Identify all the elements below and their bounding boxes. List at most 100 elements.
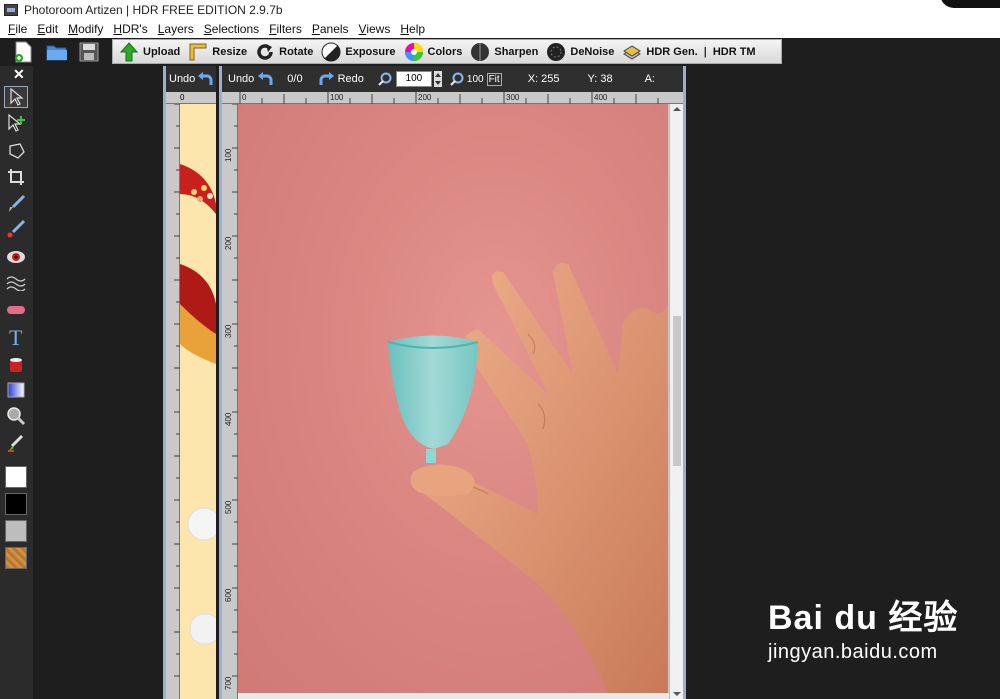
lasso-tool[interactable] [4, 140, 28, 162]
crop-tool[interactable] [4, 166, 28, 188]
watermark-logo: Bai du 经验 [768, 590, 958, 639]
zoom-tool[interactable] [4, 405, 28, 427]
redo-button[interactable]: Redo [317, 71, 364, 87]
hdr-layers-icon [622, 42, 642, 62]
tools-panel: ✕ T [0, 66, 33, 699]
layer-ruler-zero: 0 [180, 93, 185, 102]
ruler-left-label: 600 [224, 588, 233, 602]
scrollbar-thumb[interactable] [673, 316, 681, 466]
ruler-left-ticks [232, 104, 238, 677]
undo-label: Undo [228, 73, 255, 85]
menu-selections[interactable]: Selections [199, 22, 264, 36]
watermark-logo-text: Bai du 经验 [768, 599, 959, 637]
menu-help[interactable]: Help [395, 22, 430, 36]
menu-edit[interactable]: Edit [32, 22, 63, 36]
hdr-gen-button[interactable]: HDR Gen. [622, 41, 698, 63]
denoise-button[interactable]: DeNoise [546, 41, 614, 63]
close-panel-icon[interactable]: ✕ [13, 66, 25, 83]
sharpen-button[interactable]: Sharpen [470, 41, 538, 63]
text-icon: T [9, 326, 23, 348]
zoom-input[interactable]: 100 [395, 71, 432, 87]
zoom-100-button[interactable]: 100 [467, 74, 484, 85]
zoom-stepper[interactable] [433, 71, 442, 87]
undo-arrow-icon[interactable] [197, 71, 215, 87]
vertical-scrollbar[interactable] [669, 104, 683, 699]
secondary-color-swatch[interactable] [5, 520, 27, 542]
lasso-icon [9, 143, 25, 159]
undo-button[interactable]: Undo [228, 71, 275, 87]
add-selection-tool[interactable] [4, 112, 28, 134]
hdr-gen-label: HDR Gen. [646, 45, 698, 58]
layer-undo-button[interactable]: Undo [169, 73, 195, 85]
redo-label: Redo [337, 73, 364, 85]
menu-hdrs[interactable]: HDR's [108, 22, 152, 36]
svg-text:T: T [9, 326, 23, 348]
eyedropper-icon [8, 434, 24, 452]
ruler-left-label: 100 [224, 148, 233, 162]
pointer-plus-icon [8, 114, 25, 132]
scroll-up-arrow-icon[interactable] [670, 104, 684, 114]
menu-filters[interactable]: Filters [264, 22, 307, 36]
hdr-tm-button[interactable]: HDR TM [713, 41, 756, 63]
scroll-down-arrow-icon[interactable] [670, 689, 684, 699]
eraser-tool[interactable] [4, 299, 28, 321]
pointer-arrow-icon [10, 88, 24, 106]
colors-label: Colors [427, 45, 463, 58]
layer-panel: Undo 0 [163, 66, 216, 699]
layer-ruler-ticks [174, 103, 180, 677]
menu-file[interactable]: File [3, 22, 32, 36]
app-icon [4, 4, 18, 16]
zoom-in-button[interactable] [378, 72, 392, 86]
upload-label: Upload [143, 45, 181, 58]
redo-arrow-icon [319, 72, 334, 85]
menu-bar: File Edit Modify HDR's Layers Selections… [0, 20, 1000, 38]
resize-icon [188, 42, 208, 62]
ruler-left-label: 500 [224, 500, 233, 514]
fit-button[interactable]: Fit [486, 72, 502, 86]
text-tool[interactable]: T [4, 326, 28, 348]
gradient-tool[interactable] [4, 379, 28, 401]
background-color-swatch[interactable] [5, 493, 27, 515]
ruler-left-label: 700 [224, 676, 233, 690]
layer-thumbnail[interactable] [180, 104, 216, 699]
window-corner [940, 0, 1000, 8]
horizontal-scrollbar[interactable] [238, 693, 669, 699]
canvas-panel: Undo 0/0 Redo 100 100 Fit X: 255 Y: 38 A… [219, 66, 686, 699]
pointer-tool[interactable] [4, 86, 28, 108]
ruler-top-label: 200 [418, 93, 432, 102]
color-wheel-icon [404, 42, 424, 62]
new-file-button[interactable] [10, 40, 36, 64]
texture-swatch[interactable] [5, 547, 27, 569]
eraser-icon [7, 306, 25, 314]
resize-label: Resize [212, 45, 248, 58]
clone-brush-tool[interactable] [4, 218, 28, 240]
menu-panels[interactable]: Panels [307, 22, 354, 36]
rotate-button[interactable]: Rotate [255, 41, 313, 63]
fill-bucket-tool[interactable] [4, 353, 28, 375]
upload-button[interactable]: Upload [119, 41, 180, 63]
zoom-out-icon [450, 72, 464, 86]
brush-tool[interactable] [4, 193, 28, 215]
color-picker-tool[interactable] [4, 432, 28, 454]
undo-arrow-icon [258, 72, 273, 85]
canvas-image[interactable] [238, 104, 668, 693]
exposure-button[interactable]: Exposure [321, 41, 396, 63]
crop-icon [8, 169, 24, 185]
smudge-tool[interactable] [4, 272, 28, 294]
open-file-button[interactable] [44, 40, 70, 64]
magnifier-icon [7, 407, 26, 426]
foreground-color-swatch[interactable] [5, 466, 27, 488]
toolbar-separator: | [703, 45, 707, 58]
save-file-button[interactable] [76, 40, 102, 64]
red-eye-tool[interactable] [4, 246, 28, 268]
menu-modify[interactable]: Modify [63, 22, 108, 36]
baidu-watermark: Bai du 经验 jingyan.baidu.com [768, 590, 958, 664]
brush-icon [9, 194, 26, 212]
folder-icon [46, 45, 67, 61]
zoom-out-button[interactable] [450, 72, 464, 86]
layer-panel-header: Undo [166, 66, 216, 92]
colors-button[interactable]: Colors [404, 41, 463, 63]
menu-views[interactable]: Views [354, 22, 396, 36]
resize-button[interactable]: Resize [188, 41, 247, 63]
menu-layers[interactable]: Layers [153, 22, 199, 36]
